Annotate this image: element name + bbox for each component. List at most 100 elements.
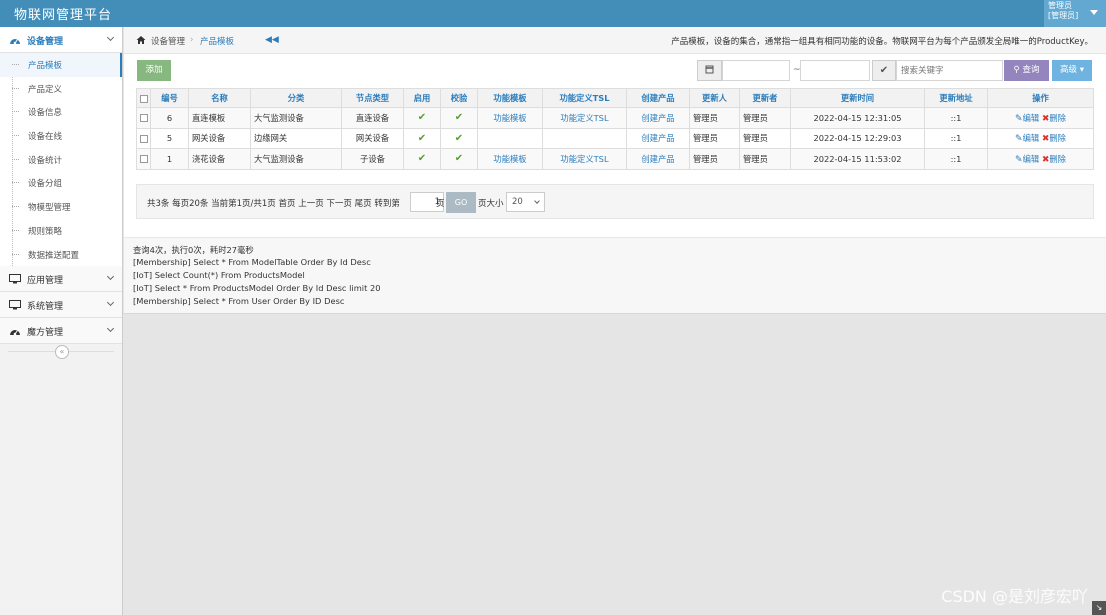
empty-area: CSDN @是刘彦宏吖 xyxy=(124,313,1106,615)
breadcrumb-device-management[interactable]: 设备管理 xyxy=(151,35,185,47)
sidebar-item-label: 规则策略 xyxy=(28,226,63,237)
add-button[interactable]: 添加 xyxy=(137,60,171,81)
dashboard-icon xyxy=(10,330,20,336)
date-end-input[interactable] xyxy=(800,60,870,81)
create-product-link[interactable]: 创建产品 xyxy=(626,148,690,170)
sidebar-item-product-definition[interactable]: 产品定义 xyxy=(0,77,122,101)
caret-down-icon[interactable] xyxy=(1090,10,1098,15)
col-header[interactable]: 功能定义TSL xyxy=(542,88,627,108)
col-header[interactable]: 节点类型 xyxy=(341,88,404,108)
col-header[interactable]: 名称 xyxy=(188,88,251,108)
home-icon[interactable] xyxy=(136,35,146,45)
sidebar-group-label: 系统管理 xyxy=(27,302,64,313)
sidebar-item-label: 设备统计 xyxy=(28,155,63,166)
sidebar-group-app[interactable]: 应用管理 xyxy=(0,266,122,293)
sidebar-item-device-online[interactable]: 设备在线 xyxy=(0,124,122,148)
page-size-select[interactable]: 20 xyxy=(506,192,545,212)
func-template-link[interactable]: 功能模板 xyxy=(477,148,543,170)
sidebar-item-thing-model[interactable]: 物模型管理 xyxy=(0,195,122,219)
sidebar-item-label: 产品模板 xyxy=(28,61,63,71)
date-start-input[interactable] xyxy=(722,60,790,81)
col-header[interactable]: 创建产品 xyxy=(626,88,690,108)
create-product-link[interactable]: 创建产品 xyxy=(626,107,690,129)
cell-node-type: 网关设备 xyxy=(341,127,404,149)
col-header[interactable]: 启用 xyxy=(403,88,441,108)
cell-category: 边缘网关 xyxy=(250,127,342,149)
tsl-link[interactable]: 功能定义TSL xyxy=(542,148,627,170)
col-header[interactable]: 更新地址 xyxy=(924,88,988,108)
sidebar-group-device[interactable]: 设备管理 xyxy=(0,27,122,53)
cell-updater2: 管理员 xyxy=(739,148,791,170)
row-checkbox[interactable] xyxy=(139,134,148,143)
advanced-button[interactable]: 高级 ▾ xyxy=(1052,60,1092,81)
calendar-icon[interactable] xyxy=(697,60,722,81)
select-all-checkbox[interactable] xyxy=(139,94,148,103)
back-arrows-icon[interactable]: ◀◀ xyxy=(265,35,279,45)
col-header[interactable]: 更新人 xyxy=(689,88,740,108)
cell-id: 5 xyxy=(150,127,189,149)
func-template-link[interactable] xyxy=(477,127,543,149)
col-header[interactable]: 功能模板 xyxy=(477,88,543,108)
col-header[interactable]: 更新时间 xyxy=(790,88,925,108)
sidebar-item-device-info[interactable]: 设备信息 xyxy=(0,100,122,124)
edit-icon[interactable]: ✎ xyxy=(1015,155,1023,165)
app-title[interactable]: 物联网管理平台 xyxy=(14,4,112,23)
page-unit-label: 页 xyxy=(436,199,445,209)
go-button[interactable]: GO xyxy=(446,192,476,213)
sidebar-item-device-stats[interactable]: 设备统计 xyxy=(0,148,122,172)
row-checkbox-cell xyxy=(136,127,151,149)
chevron-down-icon xyxy=(106,325,115,333)
search-input[interactable] xyxy=(896,60,1003,81)
col-header[interactable]: 分类 xyxy=(250,88,342,108)
delete-link[interactable]: 删除 xyxy=(1049,113,1066,123)
resize-handle-icon[interactable]: ↘ xyxy=(1092,601,1106,615)
sidebar-item-data-push[interactable]: 数据推送配置 xyxy=(0,243,122,267)
sql-log-panel: 查询4次，执行0次，耗时27毫秒 [Membership] Select * F… xyxy=(124,237,1106,313)
sidebar-item-label: 设备在线 xyxy=(28,132,63,143)
cell-update-time: 2022-04-15 11:53:02 xyxy=(790,148,925,170)
sidebar-item-product-template[interactable]: 产品模板 xyxy=(0,53,122,77)
pagination-summary[interactable]: 共3条 每页20条 当前第1页/共1页 首页 上一页 下一页 尾页 转到第 xyxy=(147,197,400,209)
edit-link[interactable]: 编辑 xyxy=(1023,133,1040,143)
cell-update-time: 2022-04-15 12:31:05 xyxy=(790,107,925,129)
func-template-link[interactable]: 功能模板 xyxy=(477,107,543,129)
delete-link[interactable]: 删除 xyxy=(1049,154,1066,164)
chevron-down-icon xyxy=(106,299,115,307)
cell-actions: ✎编辑 ✖删除 xyxy=(987,148,1094,170)
log-line: 查询4次，执行0次，耗时27毫秒 xyxy=(133,245,254,255)
sidebar-item-rules[interactable]: 规则策略 xyxy=(0,219,122,243)
dashboard-icon xyxy=(10,39,20,45)
sidebar-group-cube[interactable]: 魔方管理 xyxy=(0,318,122,345)
edit-link[interactable]: 编辑 xyxy=(1023,154,1040,164)
cell-updater2: 管理员 xyxy=(739,127,791,149)
page-size-label: 页大小 xyxy=(478,199,504,209)
sidebar-item-label: 产品定义 xyxy=(28,84,63,95)
delete-link[interactable]: 删除 xyxy=(1049,133,1066,143)
tsl-link[interactable]: 功能定义TSL xyxy=(542,107,627,129)
pagination-bar: 共3条 每页20条 当前第1页/共1页 首页 上一页 下一页 尾页 转到第 1 … xyxy=(136,184,1094,219)
col-header[interactable]: 更新者 xyxy=(739,88,791,108)
cell-updater2: 管理员 xyxy=(739,107,791,129)
tree-dash xyxy=(12,64,19,65)
chevron-down-icon xyxy=(534,198,540,204)
cell-node-type: 直连设备 xyxy=(341,107,404,129)
col-header[interactable]: 校验 xyxy=(440,88,478,108)
main-content: 设备管理 › 产品模板 ◀◀ 产品模板，设备的集合，通常指一组具有相同功能的设备… xyxy=(124,27,1106,615)
edit-icon[interactable]: ✎ xyxy=(1015,134,1023,144)
search-button[interactable]: ⚲ 查询 xyxy=(1004,60,1049,81)
tree-dash xyxy=(12,135,19,137)
user-menu[interactable]: 管理员 [管理员] xyxy=(1044,0,1106,27)
collapse-sidebar-icon[interactable]: « xyxy=(55,345,69,359)
tsl-link[interactable] xyxy=(542,127,627,149)
chevron-down-icon xyxy=(106,33,115,42)
sidebar-group-system[interactable]: 系统管理 xyxy=(0,292,122,319)
create-product-link[interactable]: 创建产品 xyxy=(626,127,690,149)
col-header[interactable]: 编号 xyxy=(150,88,189,108)
edit-icon[interactable]: ✎ xyxy=(1015,114,1023,124)
row-checkbox[interactable] xyxy=(139,114,148,123)
user-info[interactable]: 管理员 [管理员] xyxy=(1048,1,1078,21)
cell-name: 网关设备 xyxy=(188,127,251,149)
sidebar-item-device-group[interactable]: 设备分组 xyxy=(0,171,122,195)
edit-link[interactable]: 编辑 xyxy=(1023,113,1040,123)
row-checkbox[interactable] xyxy=(139,155,148,164)
